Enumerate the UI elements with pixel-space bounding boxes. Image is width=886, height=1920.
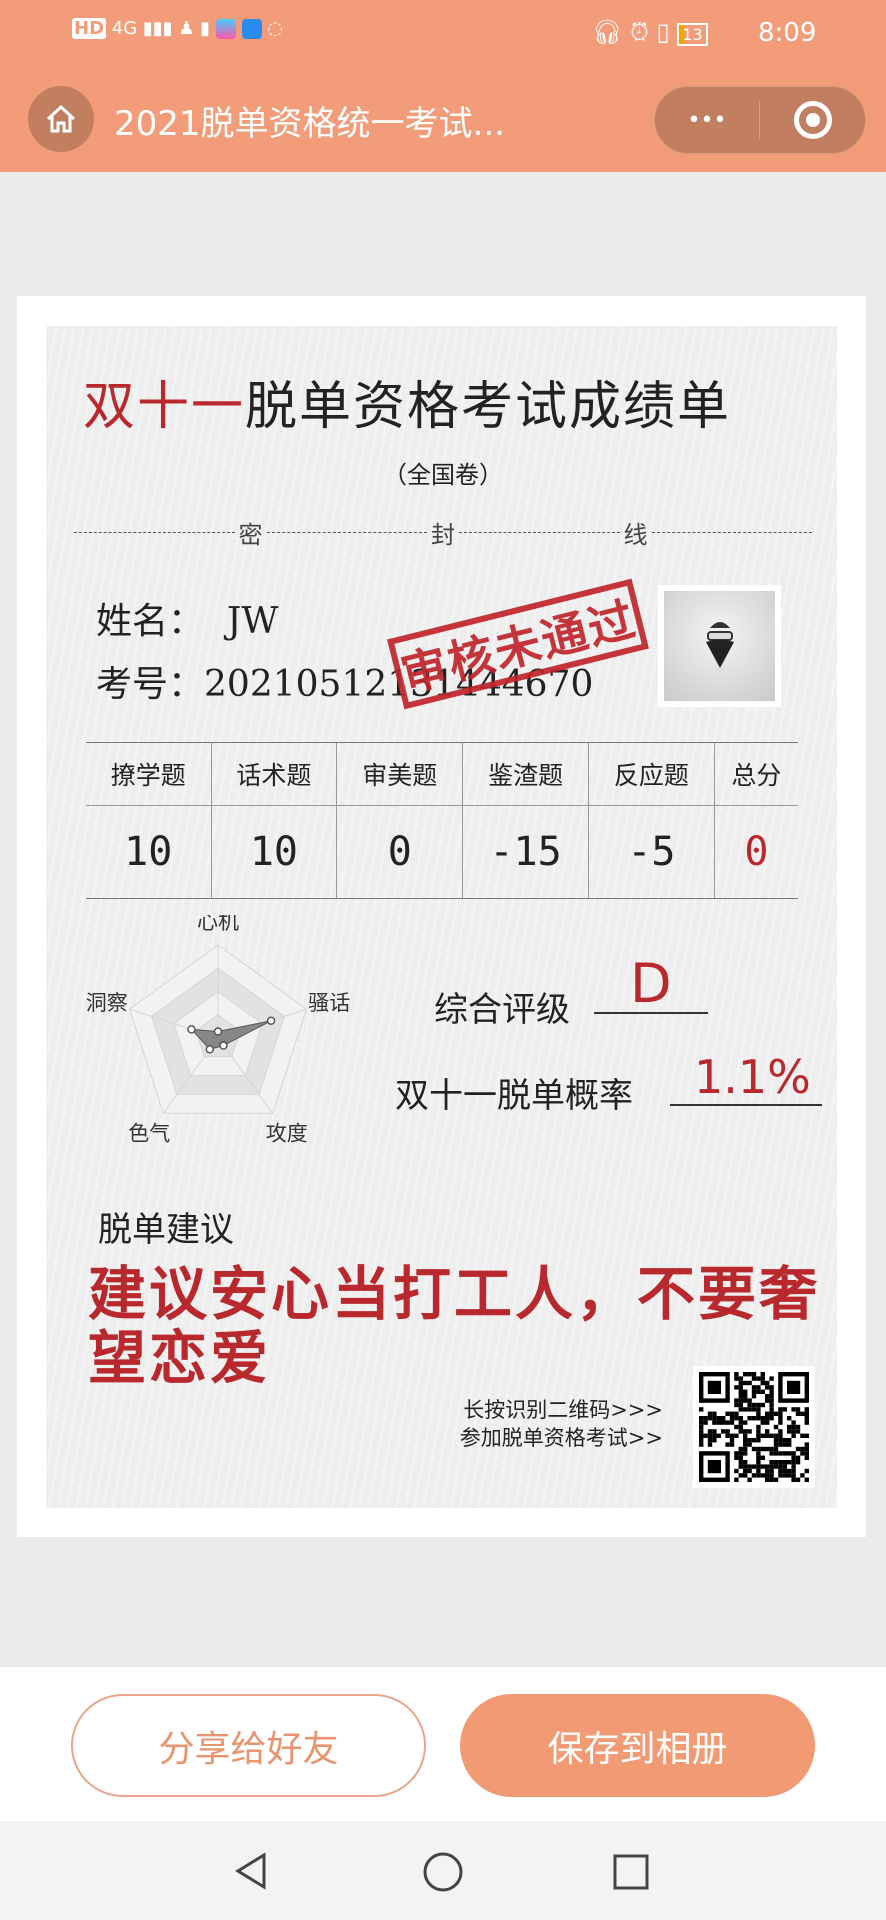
- network-label: 4G: [111, 18, 138, 39]
- radar-chart: 心机骚话攻度 色气 洞察: [86, 915, 351, 1146]
- radar-data-point: [205, 1045, 215, 1054]
- status-icons-right: 🎧︎ ⏰︎ ▯ 13: [592, 18, 708, 46]
- score-cell: -15: [462, 805, 589, 899]
- qr-code-icon: [699, 1372, 809, 1482]
- total-score: 0: [713, 805, 798, 899]
- name-value: JW: [226, 601, 279, 642]
- seal-char: 线: [623, 520, 648, 549]
- name-label: 姓名：: [96, 601, 205, 642]
- save-button[interactable]: 保存到相册: [460, 1694, 815, 1797]
- header-cell: 总分: [713, 742, 798, 806]
- radar-axis-label: 骚话: [308, 991, 350, 1015]
- score-cell: 10: [210, 805, 337, 899]
- header: HD 4G ▮▮▮ ♟ ▮ ◌ 🎧︎ ⏰︎ ▯ 13 8:09 2021脱单资格…: [0, 0, 886, 172]
- probability-value: 1.1%: [694, 1050, 811, 1104]
- back-icon[interactable]: [232, 1851, 272, 1891]
- radar-axis-label: 攻度: [266, 1122, 308, 1146]
- header-cell: 审美题: [336, 742, 463, 806]
- radar-data-point: [219, 1041, 228, 1050]
- seal-char: 密: [238, 520, 263, 549]
- target-icon: [793, 101, 832, 139]
- id-label: 考号：: [96, 664, 205, 705]
- rating-label: 综合评级: [434, 990, 570, 1030]
- close-button[interactable]: [760, 87, 865, 153]
- battery-icon: 13: [677, 23, 708, 46]
- score-cell: -5: [587, 805, 715, 899]
- recents-icon[interactable]: [612, 1853, 650, 1891]
- more-button[interactable]: •••: [655, 87, 759, 153]
- header-cell: 话术题: [210, 742, 337, 806]
- clock: 8:09: [758, 18, 817, 48]
- qr-hint: 长按识别二维码>>> 参加脱单资格考试>>: [460, 1396, 663, 1452]
- probability-underline: [670, 1104, 822, 1106]
- score-table: 撩学题 话术题 审美题 鉴渣题 反应题 总分 10 10 0 -15 -5 0: [86, 742, 798, 899]
- system-nav-bar: [0, 1821, 886, 1920]
- radar-axis-label: 色气: [128, 1122, 170, 1146]
- qr-hint-line: 参加脱单资格考试>>: [459, 1426, 663, 1450]
- radar-data-point: [266, 1016, 276, 1026]
- status-icons-left: HD 4G ▮▮▮ ♟ ▮ ◌: [72, 18, 283, 39]
- radar-axis-label: 心机: [197, 915, 239, 934]
- qr-code[interactable]: [693, 1366, 815, 1488]
- home-circle-icon[interactable]: [422, 1851, 464, 1893]
- bearded-man-icon: [705, 622, 734, 668]
- page-title: 2021脱单资格统一考试...: [114, 104, 505, 144]
- name-row: 姓名： JW: [96, 592, 278, 644]
- sheet-title: 双十一脱单资格考试成绩单: [83, 377, 732, 437]
- sheet-subtitle: （全国卷）: [383, 461, 503, 489]
- radar-axis-label: 洞察: [86, 991, 128, 1015]
- home-icon: [46, 104, 76, 133]
- share-button[interactable]: 分享给好友: [71, 1694, 426, 1797]
- home-button[interactable]: [28, 86, 94, 152]
- probability-label: 双十一脱单概率: [395, 1076, 633, 1116]
- capsule-menu: •••: [654, 86, 866, 154]
- score-cell: 10: [86, 805, 211, 899]
- header-cell: 撩学题: [86, 742, 211, 806]
- header-cell: 反应题: [587, 742, 715, 806]
- header-cell: 鉴渣题: [462, 742, 589, 806]
- seal-char: 封: [431, 520, 455, 549]
- qr-hint-line: 长按识别二维码>>>: [463, 1398, 663, 1422]
- score-cell: 0: [336, 805, 463, 899]
- advice-label: 脱单建议: [98, 1210, 234, 1250]
- seal-line: 密封线: [70, 520, 816, 549]
- avatar: [658, 585, 781, 707]
- radar-data-point: [187, 1025, 196, 1034]
- rating-value: D: [630, 952, 672, 1015]
- radar-data-point: [213, 1027, 223, 1036]
